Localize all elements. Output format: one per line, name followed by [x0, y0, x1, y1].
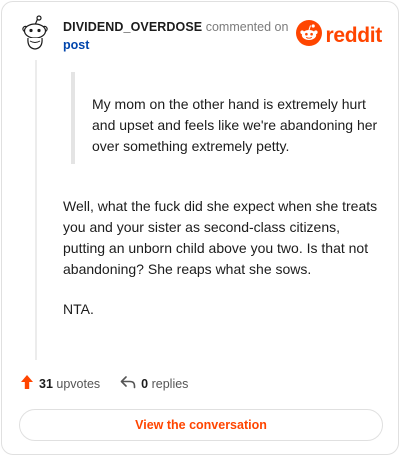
view-conversation-label: View the conversation	[135, 418, 267, 432]
upvote-arrow-icon	[20, 374, 34, 393]
upvotes-label: upvotes	[56, 376, 101, 391]
snoo-avatar-icon[interactable]	[19, 15, 51, 51]
reply-count: 0	[141, 376, 149, 391]
replies-label: replies	[151, 376, 189, 391]
reply-arrow-icon	[120, 375, 136, 392]
blockquote: My mom on the other hand is extremely hu…	[71, 72, 392, 164]
reddit-logo-icon	[296, 20, 323, 51]
reddit-wordmark: reddit	[325, 23, 382, 47]
comment-actions: 31 upvotes 0 replies	[20, 374, 188, 393]
comment-meta: DIVIDEND_OVERDOSE commented on post	[63, 18, 303, 54]
upvote-button[interactable]: 31 upvotes	[20, 374, 100, 393]
commented-on-text: commented on	[205, 20, 289, 34]
thread-line	[35, 60, 37, 360]
username[interactable]: DIVIDEND_OVERDOSE	[63, 20, 202, 34]
comment-card: DIVIDEND_OVERDOSE commented on post redd…	[1, 1, 399, 455]
quote-text: My mom on the other hand is extremely hu…	[92, 96, 378, 154]
view-conversation-button[interactable]: View the conversation	[19, 409, 383, 441]
reply-button[interactable]: 0 replies	[120, 375, 188, 392]
comment-body: Well, what the fuck did she expect when …	[63, 196, 381, 339]
upvote-count: 31	[39, 376, 53, 391]
post-link[interactable]: post	[63, 38, 89, 52]
comment-paragraph: NTA.	[63, 301, 94, 317]
reddit-logo[interactable]: reddit	[296, 20, 382, 51]
comment-paragraph: Well, what the fuck did she expect when …	[63, 198, 378, 277]
